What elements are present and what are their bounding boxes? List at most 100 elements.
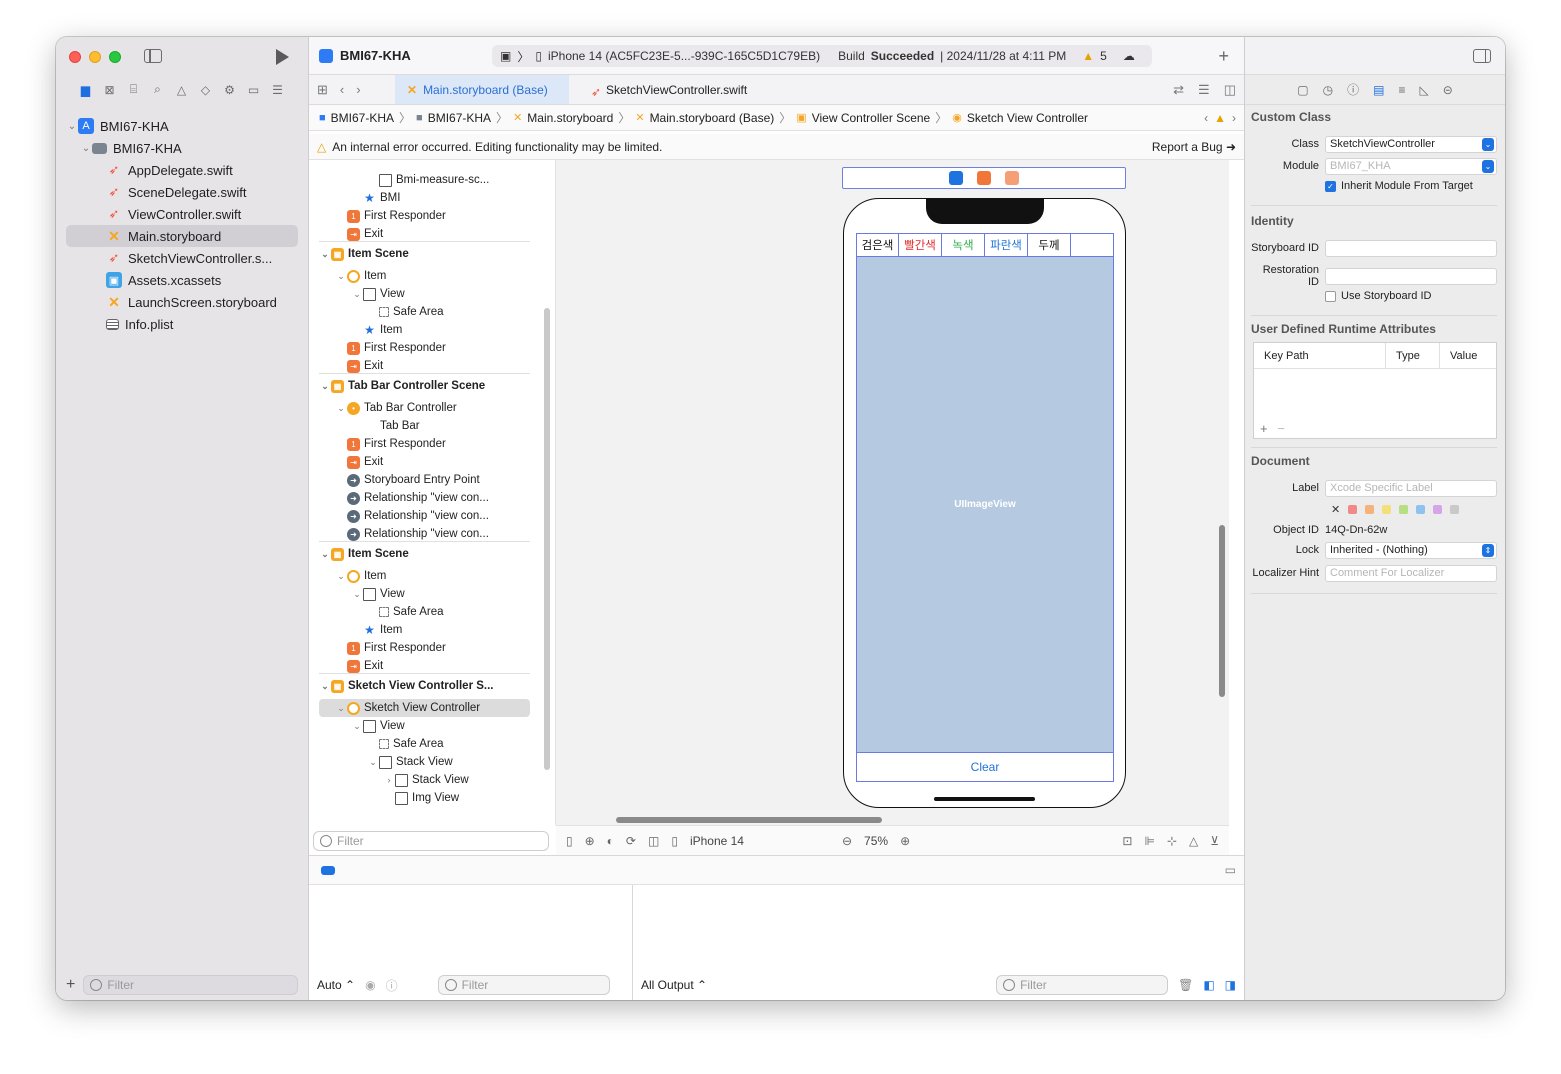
outline-row[interactable]: ⌄ Item [319,267,530,285]
connections-inspector-icon[interactable]: ⊝ [1443,83,1453,97]
console-filter[interactable]: Filter [996,975,1169,995]
forward-icon[interactable]: › [356,82,360,98]
outline-row[interactable]: ⌄ Sketch View Controller [319,699,530,717]
next-issue-icon[interactable]: › [1232,111,1236,125]
outline-row[interactable]: 1 First Responder [319,435,530,453]
chevron-icon[interactable]: ⌄ [351,589,363,600]
key-path-header[interactable]: Key Path [1254,343,1386,368]
color-swatch[interactable] [1416,504,1426,514]
outline-row[interactable]: Tab Bar [319,417,530,435]
breadcrumb-project[interactable]: BMI67-KHA [331,111,394,125]
chevron-icon[interactable]: ⌄ [319,381,331,392]
chevron-icon[interactable]: ⌄ [335,703,347,714]
outline-row[interactable]: ➜ Storyboard Entry Point [319,471,530,489]
chevron-down-icon[interactable]: ⌄ [66,121,78,132]
outline-row[interactable]: ⇥ Exit [319,453,530,471]
storyboard-canvas[interactable]: 검은색 빨간색 녹색 파란색 두께 UIImageView Clear [556,160,1229,825]
scheme-title[interactable]: BMI67-KHA [319,48,411,63]
chevron-icon[interactable]: ⌄ [351,721,363,732]
add-icon[interactable]: + [1260,421,1268,436]
use-storyboard-id-checkbox[interactable] [1325,290,1336,302]
color-button[interactable]: 검은색 [857,234,899,256]
breadcrumb-file[interactable]: Main.storyboard [527,111,613,125]
outline-row[interactable]: ★ BMI [319,189,530,207]
outline-row[interactable]: Bmi-measure-sc... [319,171,530,189]
outline-scene-row[interactable]: ⌄ ▦ Item Scene [319,545,530,563]
chevron-icon[interactable]: ⌄ [335,571,347,582]
tab-main-storyboard[interactable]: ✕ Main.storyboard (Base) [395,75,569,104]
debug-toggle-icon[interactable] [321,866,335,875]
color-button[interactable]: 빨간색 [899,234,942,256]
align-icon[interactable]: ⊫ [1144,834,1154,848]
outline-row[interactable]: ⌄ Item [319,567,530,585]
outline-row[interactable]: ⌄ Stack View [319,753,530,771]
outline-row[interactable]: 1 First Responder [319,207,530,225]
horizontal-scrollbar[interactable] [616,817,882,823]
color-swatch[interactable] [1433,504,1443,514]
file-inspector-icon[interactable]: ▢ [1297,83,1308,97]
previous-issue-icon[interactable]: ‹ [1204,111,1208,125]
resolve-issues-icon[interactable]: △ [1189,834,1198,848]
outline-row[interactable]: ★ Item [319,621,530,639]
outline-row[interactable]: Safe Area [319,303,530,321]
file-row[interactable]: ➶ SceneDelegate.swift [66,181,298,203]
report-bug-button[interactable]: Report a Bug ➜ [1152,140,1236,154]
inspector-toggle-icon[interactable] [1473,49,1491,63]
swap-icon[interactable]: ⇄ [1173,82,1184,98]
outline-scene-row[interactable]: ⌄ ▦ Sketch View Controller S... [319,677,530,695]
issue-icon[interactable]: △ [174,82,189,97]
run-destination[interactable]: iPhone 14 (AC5FC23E-5...-939C-165C5D1C79… [548,49,820,63]
warning-count[interactable]: 5 [1100,49,1107,63]
outline-row[interactable]: Img View [319,789,530,807]
outline-row[interactable]: Safe Area [319,603,530,621]
close-window-button[interactable] [69,51,81,63]
chevron-updown-icon[interactable]: ⇕ [1482,543,1494,557]
file-row[interactable]: ➶ SketchViewController.s... [66,247,298,269]
history-icon[interactable]: ◷ [1323,83,1333,97]
appearance-icon[interactable]: ◐ [607,834,614,848]
outline-row[interactable]: Safe Area [319,735,530,753]
search-icon[interactable]: ⌕ [150,82,165,97]
folder-icon[interactable]: ▆ [78,82,93,97]
chevron-down-icon[interactable]: ⌄ [1482,159,1494,173]
inherit-module-checkbox[interactable]: ✓ [1325,180,1336,192]
chevron-icon[interactable]: ⌄ [319,249,331,260]
minimize-window-button[interactable] [89,51,101,63]
lock-popup[interactable]: Inherited - (Nothing) ⇕ [1325,541,1497,559]
split-editor-icon[interactable]: ◫ [1224,82,1236,98]
storyboard-id-field[interactable] [1325,239,1497,257]
outline-row[interactable]: ➜ Relationship "view con... [319,489,530,507]
tab-sketch-view-controller[interactable]: ➶ SketchViewController.swift [579,75,759,104]
outline-row[interactable]: ⌄ • Tab Bar Controller [319,399,530,417]
back-icon[interactable]: ‹ [340,82,344,98]
runtime-attributes-table[interactable]: Key Path Type Value + − [1253,342,1497,439]
outline-row[interactable]: ★ Item [319,321,530,339]
zoom-in-icon[interactable]: ⊕ [900,834,910,848]
trash-icon[interactable]: 🗑 [1178,978,1193,992]
color-button[interactable]: 파란색 [985,234,1028,256]
test-icon[interactable]: ◇ [198,82,213,97]
outline-row[interactable]: ⌄ View [319,717,530,735]
lines-icon[interactable]: ☰ [1198,82,1210,98]
debug-icon[interactable]: ⚙ [222,82,237,97]
color-swatch[interactable] [1399,504,1409,514]
color-swatch[interactable] [1450,504,1460,514]
chevron-down-icon[interactable]: ⌄ [80,143,92,154]
chevron-down-icon[interactable]: ⌄ [1482,137,1494,151]
maximize-window-button[interactable] [109,51,121,63]
info-icon[interactable]: ⓘ [386,977,398,994]
breadcrumb-group[interactable]: BMI67-KHA [428,111,491,125]
breadcrumb-controller[interactable]: Sketch View Controller [967,111,1088,125]
chevron-icon[interactable]: › [383,775,395,785]
outline-row[interactable]: 1 First Responder [319,639,530,657]
file-row[interactable]: ➶ AppDelegate.swift [66,159,298,181]
zoom-out-icon[interactable]: ⊖ [842,834,852,848]
no-color-icon[interactable]: ✕ [1331,503,1340,516]
pin-icon[interactable]: ⊹ [1167,834,1177,848]
split-left-icon[interactable]: ◧ [1203,978,1214,992]
color-swatch[interactable] [1382,504,1392,514]
outline-row[interactable]: 1 First Responder [319,339,530,357]
variables-filter[interactable]: Filter [437,975,610,995]
group-row[interactable]: ⌄ BMI67-KHA [66,137,298,159]
file-row[interactable]: Info.plist [66,313,298,335]
